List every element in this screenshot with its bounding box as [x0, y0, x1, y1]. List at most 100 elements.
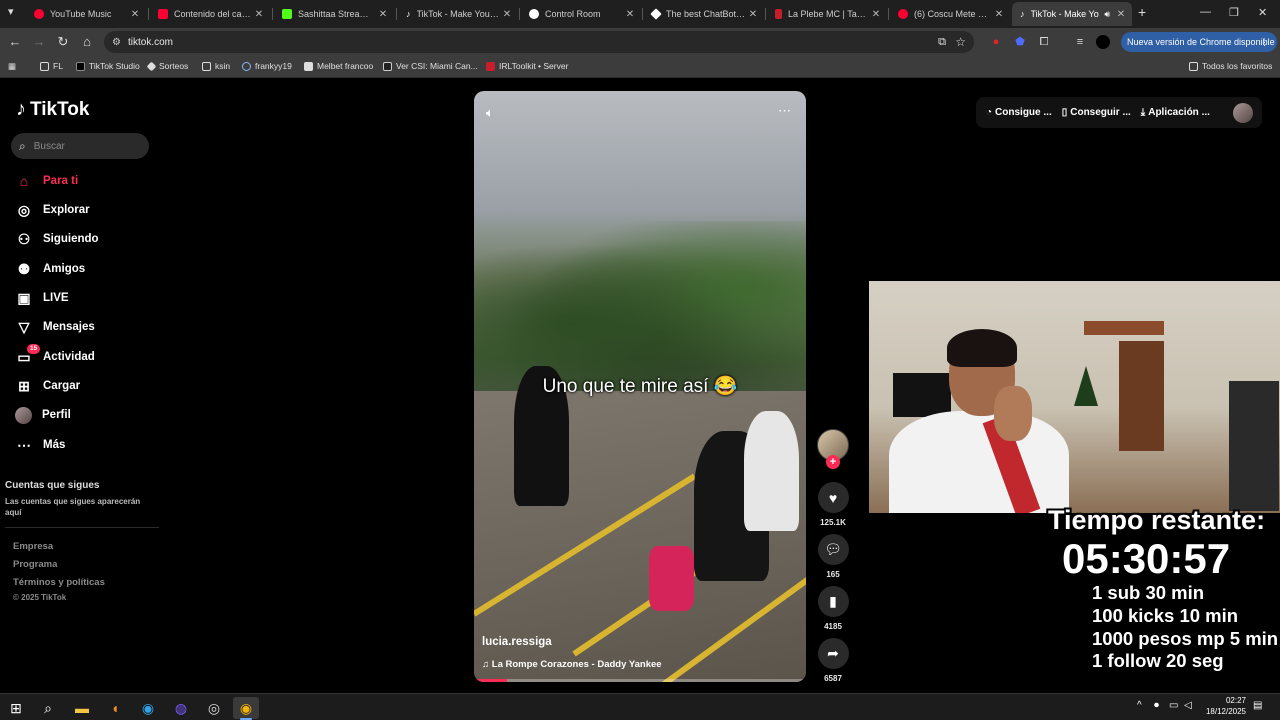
video-music[interactable]: ♫ La Rompe Corazones - Daddy Yankee	[482, 659, 662, 670]
notifications-icon[interactable]: ▤	[1253, 700, 1262, 711]
tab-chatbot[interactable]: The best ChatBot and ✕	[644, 2, 764, 26]
audio-playing-icon[interactable]: 🔊︎	[1104, 9, 1110, 20]
bookmark-label: Melbet francoo	[317, 61, 374, 71]
volume-icon[interactable]: 🔈︎	[486, 105, 494, 121]
apps-grid-icon[interactable]: ▦	[8, 61, 16, 72]
like-button[interactable]: ♥ 125.1K	[817, 482, 849, 527]
chrome-update-button[interactable]: Nueva versión de Chrome disponible ⋮	[1121, 32, 1277, 52]
nav-para-ti[interactable]: ⌂ Para ti	[15, 170, 78, 192]
tab-coscu[interactable]: (6) Coscu Mete Un Bi ✕	[890, 2, 1010, 26]
follow-plus-icon[interactable]: +	[826, 455, 840, 469]
close-window-icon[interactable]: ✕	[1258, 6, 1267, 19]
close-icon[interactable]: ✕	[992, 9, 1006, 20]
nav-mas[interactable]: ⋯ Más	[15, 434, 65, 456]
tab-title: La Plebe MC | Tablero	[788, 9, 869, 19]
close-icon[interactable]: ✕	[869, 9, 883, 20]
tab-control-room[interactable]: Control Room ✕	[521, 2, 641, 26]
close-icon[interactable]: ✕	[500, 9, 514, 20]
volume-tray-icon[interactable]: ◁	[1184, 700, 1192, 711]
profile-avatar-icon[interactable]	[1096, 35, 1110, 49]
back-icon[interactable]: ←	[6, 33, 24, 51]
tiktok-logo[interactable]: ♪ TikTok	[16, 98, 89, 121]
bookmark-melbet[interactable]: Melbet francoo	[304, 61, 373, 71]
tab-sashittaa[interactable]: Sashittaa Stream - W ✕	[274, 2, 394, 26]
bookmark-irltoolkit[interactable]: IRLToolkit • Server	[486, 61, 568, 71]
system-clock[interactable]: 02:27 18/12/2025	[1196, 695, 1246, 717]
nav-siguiendo[interactable]: ⚇ Siguiendo	[15, 228, 99, 250]
bookmark-star-icon[interactable]: ☆	[955, 35, 966, 49]
nav-live[interactable]: ▣ LIVE	[15, 287, 68, 309]
tiktok-note-icon: ♪	[16, 98, 26, 120]
close-icon[interactable]: ✕	[746, 9, 760, 20]
tab-contenido[interactable]: Contenido del canal ✕	[150, 2, 270, 26]
microphone-icon[interactable]: ⏺	[1154, 700, 1159, 711]
nav-actividad[interactable]: ▭ 15 Actividad	[15, 344, 95, 368]
get-coins-button[interactable]: ◔ Consigue ...	[986, 107, 1052, 118]
footer-empresa[interactable]: Empresa	[13, 541, 53, 552]
chrome-icon[interactable]: ◉	[233, 697, 259, 719]
video-player[interactable]: 🔈︎ ⋯ Uno que te mire así 😂 lucia.ressiga…	[474, 91, 806, 682]
kebab-menu-icon[interactable]: ⋮	[1260, 37, 1269, 48]
close-icon[interactable]: ✕	[252, 9, 266, 20]
close-icon[interactable]: ✕	[376, 9, 390, 20]
desktop-app-button[interactable]: ⤓ Aplicación ...	[1141, 107, 1210, 118]
footer-programa[interactable]: Programa	[13, 559, 57, 570]
profile-avatar[interactable]	[1233, 103, 1253, 123]
new-tab-icon[interactable]: +	[1138, 4, 1146, 20]
install-app-icon[interactable]: ⧉	[938, 36, 946, 49]
minimize-icon[interactable]: —	[1200, 6, 1211, 18]
nav-mensajes[interactable]: ▽ Mensajes	[15, 316, 95, 338]
nav-amigos[interactable]: ⚉ Amigos	[15, 258, 85, 280]
bookmark-sorteos[interactable]: Sorteos	[146, 61, 188, 71]
comment-button[interactable]: 💬︎ 165	[817, 534, 849, 579]
tray-chevron-icon[interactable]: ^	[1137, 700, 1142, 711]
close-icon[interactable]: ✕	[128, 9, 142, 20]
tab-youtube-music[interactable]: YouTube Music ✕	[26, 2, 146, 26]
nav-cargar[interactable]: ⊞ Cargar	[15, 375, 80, 397]
more-options-icon[interactable]: ⋯	[778, 103, 792, 119]
video-progress-bar[interactable]	[474, 679, 806, 682]
forward-icon[interactable]: →	[30, 33, 48, 51]
close-icon[interactable]: ✕	[1114, 9, 1128, 20]
comment-count: 165	[826, 570, 840, 579]
obs-icon[interactable]: ◎	[203, 697, 225, 719]
site-info-icon[interactable]: ⚙	[112, 37, 121, 48]
bookmark-ksin[interactable]: ksin	[202, 61, 230, 71]
bookmark-csi[interactable]: Ver CSI: Miami Can...	[383, 61, 478, 71]
following-icon: ⚇	[17, 230, 31, 247]
nav-perfil[interactable]: Perfil	[15, 404, 71, 426]
chatbot-icon	[650, 8, 662, 20]
taskbar-search-icon[interactable]: ⌕	[37, 697, 59, 719]
get-app-button[interactable]: ▯ Conseguir ...	[1062, 107, 1131, 118]
edge-icon[interactable]: ◉	[137, 697, 159, 719]
nav-explorar[interactable]: ◎ Explorar	[15, 199, 90, 221]
tab-search-icon[interactable]: ▾	[8, 5, 14, 18]
save-button[interactable]: ▮ 4185	[817, 586, 849, 631]
tab-tiktok-active[interactable]: ♪ TikTok - Make Yo 🔊︎ ✕	[1012, 2, 1132, 26]
extension-blue-icon[interactable]: ⬟	[1012, 34, 1028, 50]
windows-start-icon[interactable]: ⊞	[5, 697, 27, 719]
bookmark-frankyy19[interactable]: frankyy19	[242, 61, 292, 71]
share-button[interactable]: ➦ 6587	[817, 638, 849, 683]
tab-tiktok-1[interactable]: ♪ TikTok - Make Your D ✕	[398, 2, 518, 26]
home-icon[interactable]: ⌂	[78, 33, 96, 51]
search-input[interactable]: ⌕ Buscar	[11, 133, 149, 159]
all-bookmarks[interactable]: Todos los favoritos	[1189, 61, 1272, 71]
bookmark-label: FL	[53, 61, 63, 71]
media-control-icon[interactable]: ≡	[1072, 34, 1088, 50]
bookmark-fl[interactable]: FL	[40, 61, 63, 71]
app-purple-icon[interactable]: ◍	[170, 697, 192, 719]
network-icon[interactable]: ▭	[1169, 700, 1178, 711]
extensions-puzzle-icon[interactable]: ⧠	[1036, 34, 1052, 50]
address-bar[interactable]: ⚙ tiktok.com ⧉ ☆	[104, 31, 974, 53]
tab-la-plebe[interactable]: La Plebe MC | Tablero ✕	[767, 2, 887, 26]
close-icon[interactable]: ✕	[623, 9, 637, 20]
app-orange-icon[interactable]: ◖	[104, 697, 126, 719]
reload-icon[interactable]: ↻	[54, 33, 72, 51]
bookmark-tiktok-studio[interactable]: TikTok Studio	[76, 61, 140, 71]
extension-red-icon[interactable]: ●	[988, 34, 1004, 50]
restore-icon[interactable]: ❐	[1229, 6, 1239, 19]
file-explorer-icon[interactable]: ▬	[71, 697, 93, 719]
video-author[interactable]: lucia.ressiga	[482, 636, 552, 648]
footer-terminos[interactable]: Términos y políticas	[13, 577, 105, 588]
